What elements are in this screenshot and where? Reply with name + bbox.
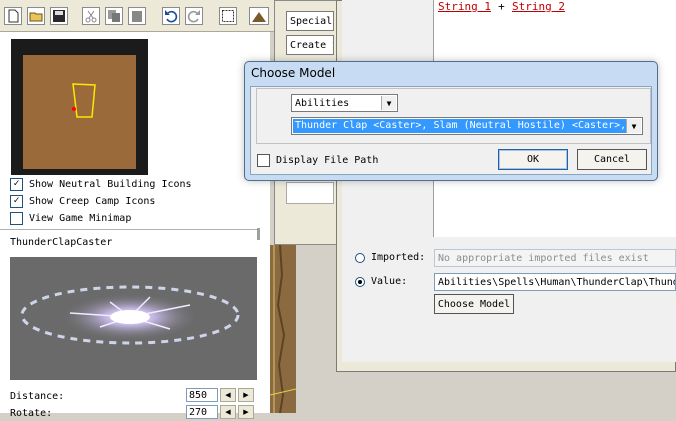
checkbox-box[interactable]: ✓ <box>10 177 23 191</box>
value-field[interactable]: Abilities\Spells\Human\ThunderClap\Thund <box>434 273 676 291</box>
checkbox-box[interactable] <box>10 211 23 225</box>
undo-icon[interactable] <box>162 7 180 25</box>
main-toolbar <box>0 0 282 32</box>
distance-input[interactable]: 850 <box>186 388 218 402</box>
display-file-path-checkbox[interactable]: Display File Path <box>257 154 378 167</box>
chevron-down-icon[interactable]: ▼ <box>381 96 396 110</box>
redo-icon[interactable] <box>185 7 203 25</box>
model-preview[interactable] <box>10 257 257 380</box>
distance-label: Distance: <box>10 390 65 402</box>
distance-increase-icon[interactable]: ▶ <box>238 388 254 402</box>
chevron-down-icon[interactable]: ▼ <box>626 119 641 133</box>
terrain-icon[interactable] <box>249 7 269 25</box>
paste-icon[interactable] <box>128 7 146 25</box>
rotate-label: Rotate: <box>10 407 53 419</box>
model-value: Thunder Clap <Caster>, Slam (Neutral Hos… <box>293 119 627 133</box>
choose-model-button[interactable]: Choose Model <box>434 294 514 314</box>
rotate-increase-icon[interactable]: ▶ <box>238 405 254 419</box>
panel-splitter[interactable] <box>257 228 260 240</box>
value-radio[interactable] <box>355 277 365 287</box>
category-value: Abilities <box>295 97 350 109</box>
plus-sign: + <box>498 0 505 13</box>
view-game-minimap-checkbox[interactable]: View Game Minimap <box>10 210 131 226</box>
cancel-button[interactable]: Cancel <box>577 149 647 170</box>
special-button[interactable]: Special <box>286 11 334 31</box>
show-neutral-building-icons-checkbox[interactable]: ✓ Show Neutral Building Icons <box>10 176 192 192</box>
imported-label: Imported: <box>371 252 426 263</box>
checkbox-box[interactable] <box>257 154 270 167</box>
string-1-link[interactable]: String 1 <box>438 0 491 13</box>
ok-button[interactable]: OK <box>498 149 568 170</box>
rotate-input[interactable]: 270 <box>186 405 218 419</box>
select-icon[interactable] <box>219 7 237 25</box>
copy-icon[interactable] <box>105 7 123 25</box>
distance-field: Distance: <box>10 388 64 404</box>
new-icon[interactable] <box>4 7 22 25</box>
radio-selected-dot <box>358 280 362 284</box>
model-dropdown[interactable]: Thunder Clap <Caster>, Slam (Neutral Hos… <box>291 117 643 135</box>
editor-view-strip <box>270 245 296 413</box>
value-label: Value: <box>371 276 408 287</box>
imported-radio[interactable] <box>355 253 365 263</box>
create-button[interactable]: Create S <box>286 35 334 55</box>
rotate-decrease-icon[interactable]: ◀ <box>220 405 236 419</box>
string-expression: String 1 + String 2 <box>438 0 565 13</box>
imported-field[interactable]: No appropriate imported files exist <box>434 249 676 267</box>
dialog-title: Choose Model <box>251 66 336 80</box>
minimap-terrain <box>23 55 136 169</box>
cut-icon[interactable] <box>82 7 100 25</box>
distance-decrease-icon[interactable]: ◀ <box>220 388 236 402</box>
open-icon[interactable] <box>27 7 45 25</box>
display-file-path-label: Display File Path <box>276 155 379 166</box>
rotate-field: Rotate: <box>10 405 52 421</box>
save-icon[interactable] <box>50 7 68 25</box>
string-2-link[interactable]: String 2 <box>512 0 565 13</box>
checkbox-label: Show Creep Camp Icons <box>29 195 156 207</box>
show-creep-camp-icons-checkbox[interactable]: ✓ Show Creep Camp Icons <box>10 193 155 209</box>
checkbox-label: Show Neutral Building Icons <box>29 178 192 190</box>
checkbox-box[interactable]: ✓ <box>10 194 23 208</box>
back-window-box <box>286 182 334 204</box>
checkbox-label: View Game Minimap <box>29 212 132 224</box>
category-dropdown[interactable]: Abilities ▼ <box>291 94 398 112</box>
divider <box>0 229 257 230</box>
model-name-label: ThunderClapCaster <box>10 237 113 248</box>
